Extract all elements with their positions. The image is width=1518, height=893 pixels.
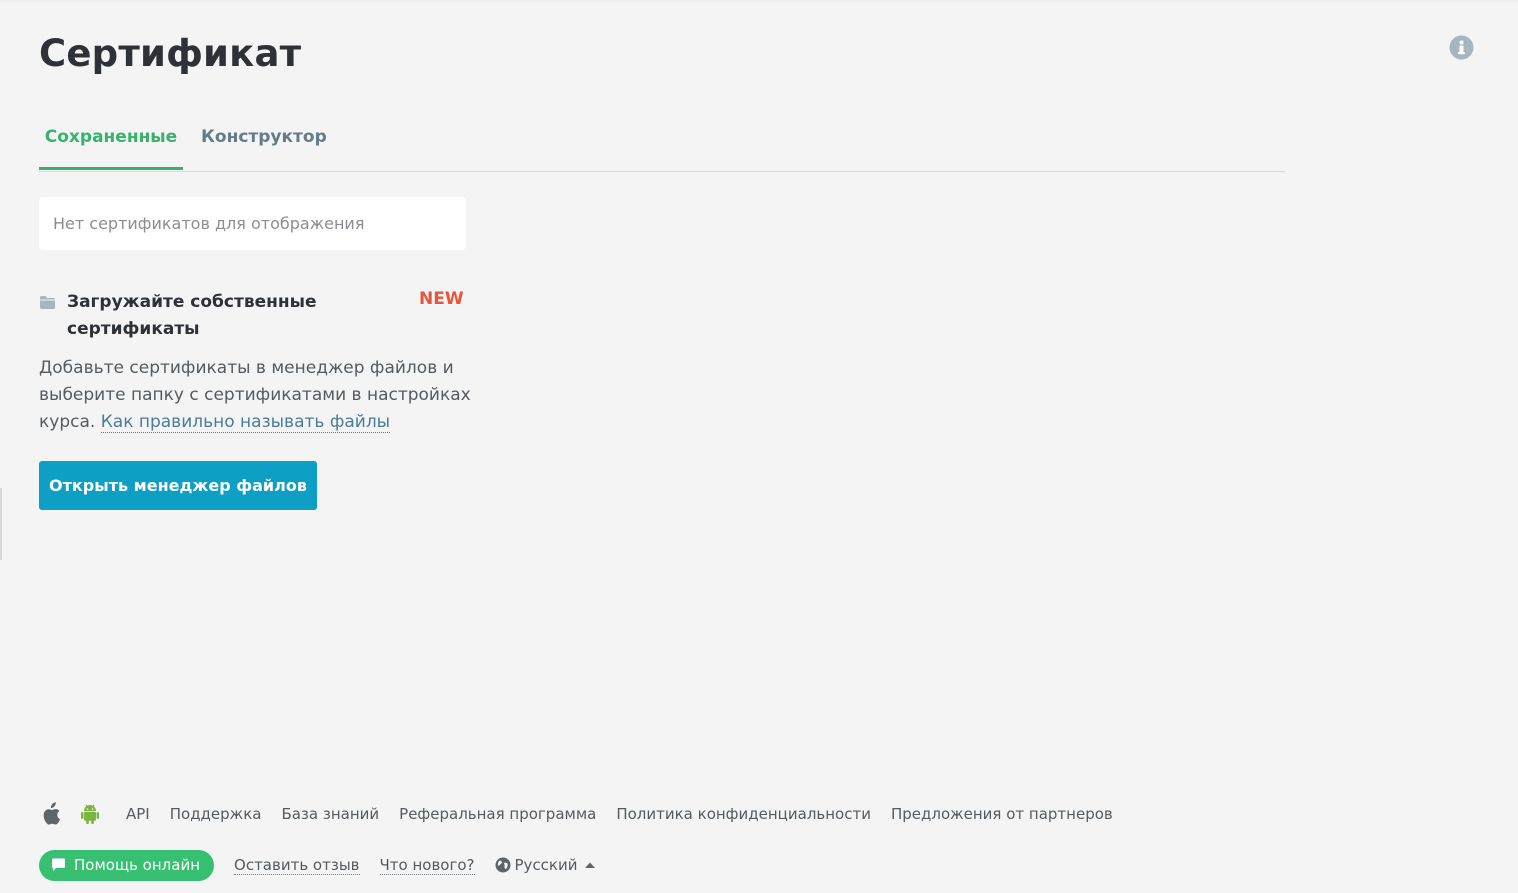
upload-description: Добавьте сертификаты в менеджер файлов и… [39, 355, 479, 436]
footer-link-privacy[interactable]: Политика конфиденциальности [616, 805, 871, 823]
android-icon[interactable] [78, 802, 102, 826]
open-file-manager-button[interactable]: Открыть менеджер файлов [39, 461, 317, 510]
online-help-label: Помощь онлайн [74, 856, 201, 874]
footer-link-knowledge-base[interactable]: База знаний [281, 805, 379, 823]
tab-bar: Сохраненные Конструктор [39, 112, 1285, 172]
top-divider [0, 0, 1518, 2]
caret-up-icon [584, 862, 595, 868]
new-badge: NEW [419, 289, 464, 309]
footer-link-api[interactable]: API [126, 805, 150, 823]
upload-certificates-title: Загружайте собственные сертификаты [67, 292, 317, 339]
empty-certificates-message: Нет сертификатов для отображения [39, 197, 466, 250]
leave-feedback-link[interactable]: Оставить отзыв [234, 856, 360, 875]
footer-link-support[interactable]: Поддержка [170, 805, 262, 823]
language-selector[interactable]: Русский [495, 856, 595, 874]
chat-icon [52, 858, 65, 871]
tab-constructor[interactable]: Конструктор [201, 112, 327, 170]
tab-saved[interactable]: Сохраненные [39, 112, 183, 170]
whats-new-link[interactable]: Что нового? [379, 856, 475, 875]
footer-bottom: Помощь онлайн Оставить отзыв Что нового?… [39, 849, 595, 881]
language-label: Русский [514, 856, 578, 874]
online-help-button[interactable]: Помощь онлайн [39, 849, 215, 881]
info-icon[interactable] [1449, 35, 1474, 60]
file-naming-help-link[interactable]: Как правильно называть файлы [100, 412, 391, 433]
footer-link-referral[interactable]: Реферальная программа [399, 805, 596, 823]
globe-icon [495, 857, 511, 873]
footer-links: API Поддержка База знаний Реферальная пр… [39, 800, 1133, 828]
footer-link-partners[interactable]: Предложения от партнеров [891, 805, 1113, 823]
folder-icon [40, 296, 55, 309]
apple-icon[interactable] [39, 802, 61, 826]
side-panel-edge [0, 488, 2, 560]
page-title: Сертификат [39, 32, 302, 75]
